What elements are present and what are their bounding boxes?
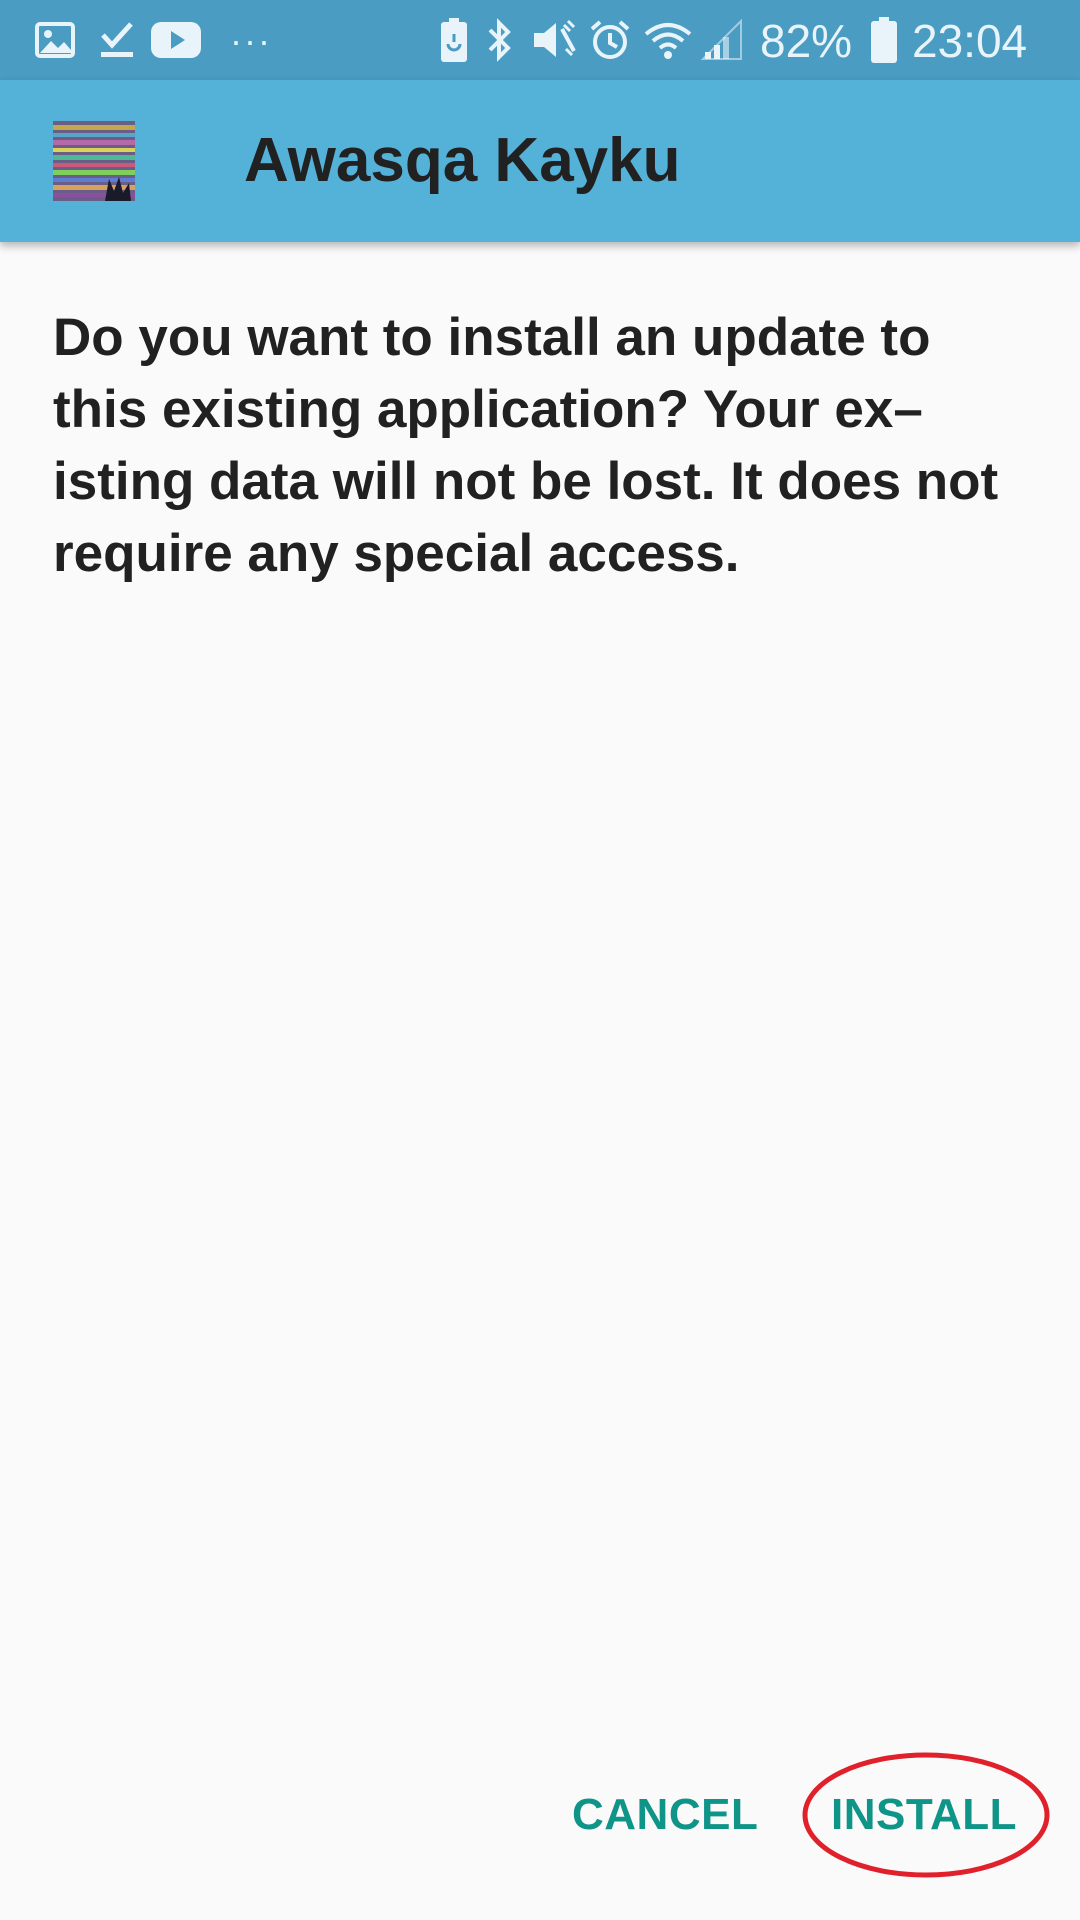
battery-icon [868, 0, 900, 80]
vibrate-mute-icon [530, 0, 576, 80]
bluetooth-icon [485, 0, 515, 80]
install-message: Do you want to install an update to this… [53, 308, 999, 583]
status-bar: ··· 82% 23:04 [0, 0, 1080, 80]
app-title: Awasqa Kayku [244, 126, 681, 195]
more-dots-icon: ··· [230, 20, 272, 61]
alarm-icon [588, 0, 632, 80]
status-time: 23:04 [912, 15, 1028, 67]
app-bar: Awasqa Kayku [0, 80, 1080, 242]
signal-icon [700, 0, 744, 80]
youtube-icon [150, 0, 202, 80]
wifi-icon [644, 0, 692, 80]
gallery-icon [34, 0, 76, 80]
battery-percent: 82% [760, 15, 853, 67]
task-check-icon [97, 0, 137, 80]
install-button[interactable]: INSTALL [831, 1770, 1017, 1860]
app-icon [53, 121, 135, 201]
battery-saver-icon [438, 0, 470, 80]
cancel-button[interactable]: CANCEL [572, 1770, 758, 1860]
